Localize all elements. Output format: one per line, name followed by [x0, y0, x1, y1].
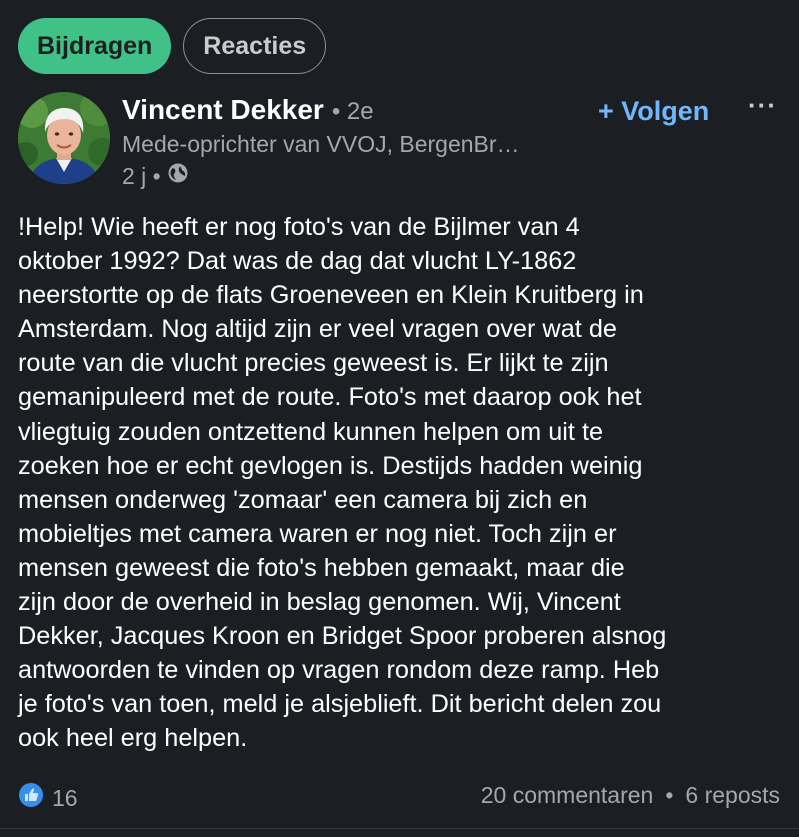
tab-bar: Bijdragen Reacties — [18, 18, 327, 74]
divider — [0, 828, 799, 829]
avatar[interactable] — [18, 92, 110, 184]
post-meta: 2 j • — [122, 162, 189, 190]
tab-reacties[interactable]: Reacties — [183, 18, 327, 74]
reaction-count: 16 — [52, 784, 78, 811]
author-line: Vincent Dekker • 2e — [122, 94, 374, 126]
connection-degree: • 2e — [331, 98, 374, 125]
comments-count[interactable]: 20 commentaren — [481, 782, 654, 809]
post-stats: 20 commentaren • 6 reposts — [481, 782, 780, 809]
post-time: 2 j • — [122, 162, 161, 189]
globe-icon — [167, 162, 189, 190]
stats-separator: • — [665, 782, 674, 808]
follow-button[interactable]: + Volgen — [598, 96, 709, 127]
avatar-image — [18, 92, 110, 184]
more-options-button[interactable]: ··· — [748, 90, 777, 121]
post-body: !Help! Wie heeft er nog foto's van de Bi… — [18, 213, 667, 753]
tab-bijdragen[interactable]: Bijdragen — [18, 18, 172, 74]
reactions-summary[interactable]: 16 — [18, 782, 78, 814]
author-headline: Mede-oprichter van VVOJ, BergenBr… — [122, 131, 520, 157]
like-icon — [18, 782, 44, 814]
reposts-count[interactable]: 6 reposts — [685, 782, 780, 809]
author-name[interactable]: Vincent Dekker — [122, 94, 324, 126]
